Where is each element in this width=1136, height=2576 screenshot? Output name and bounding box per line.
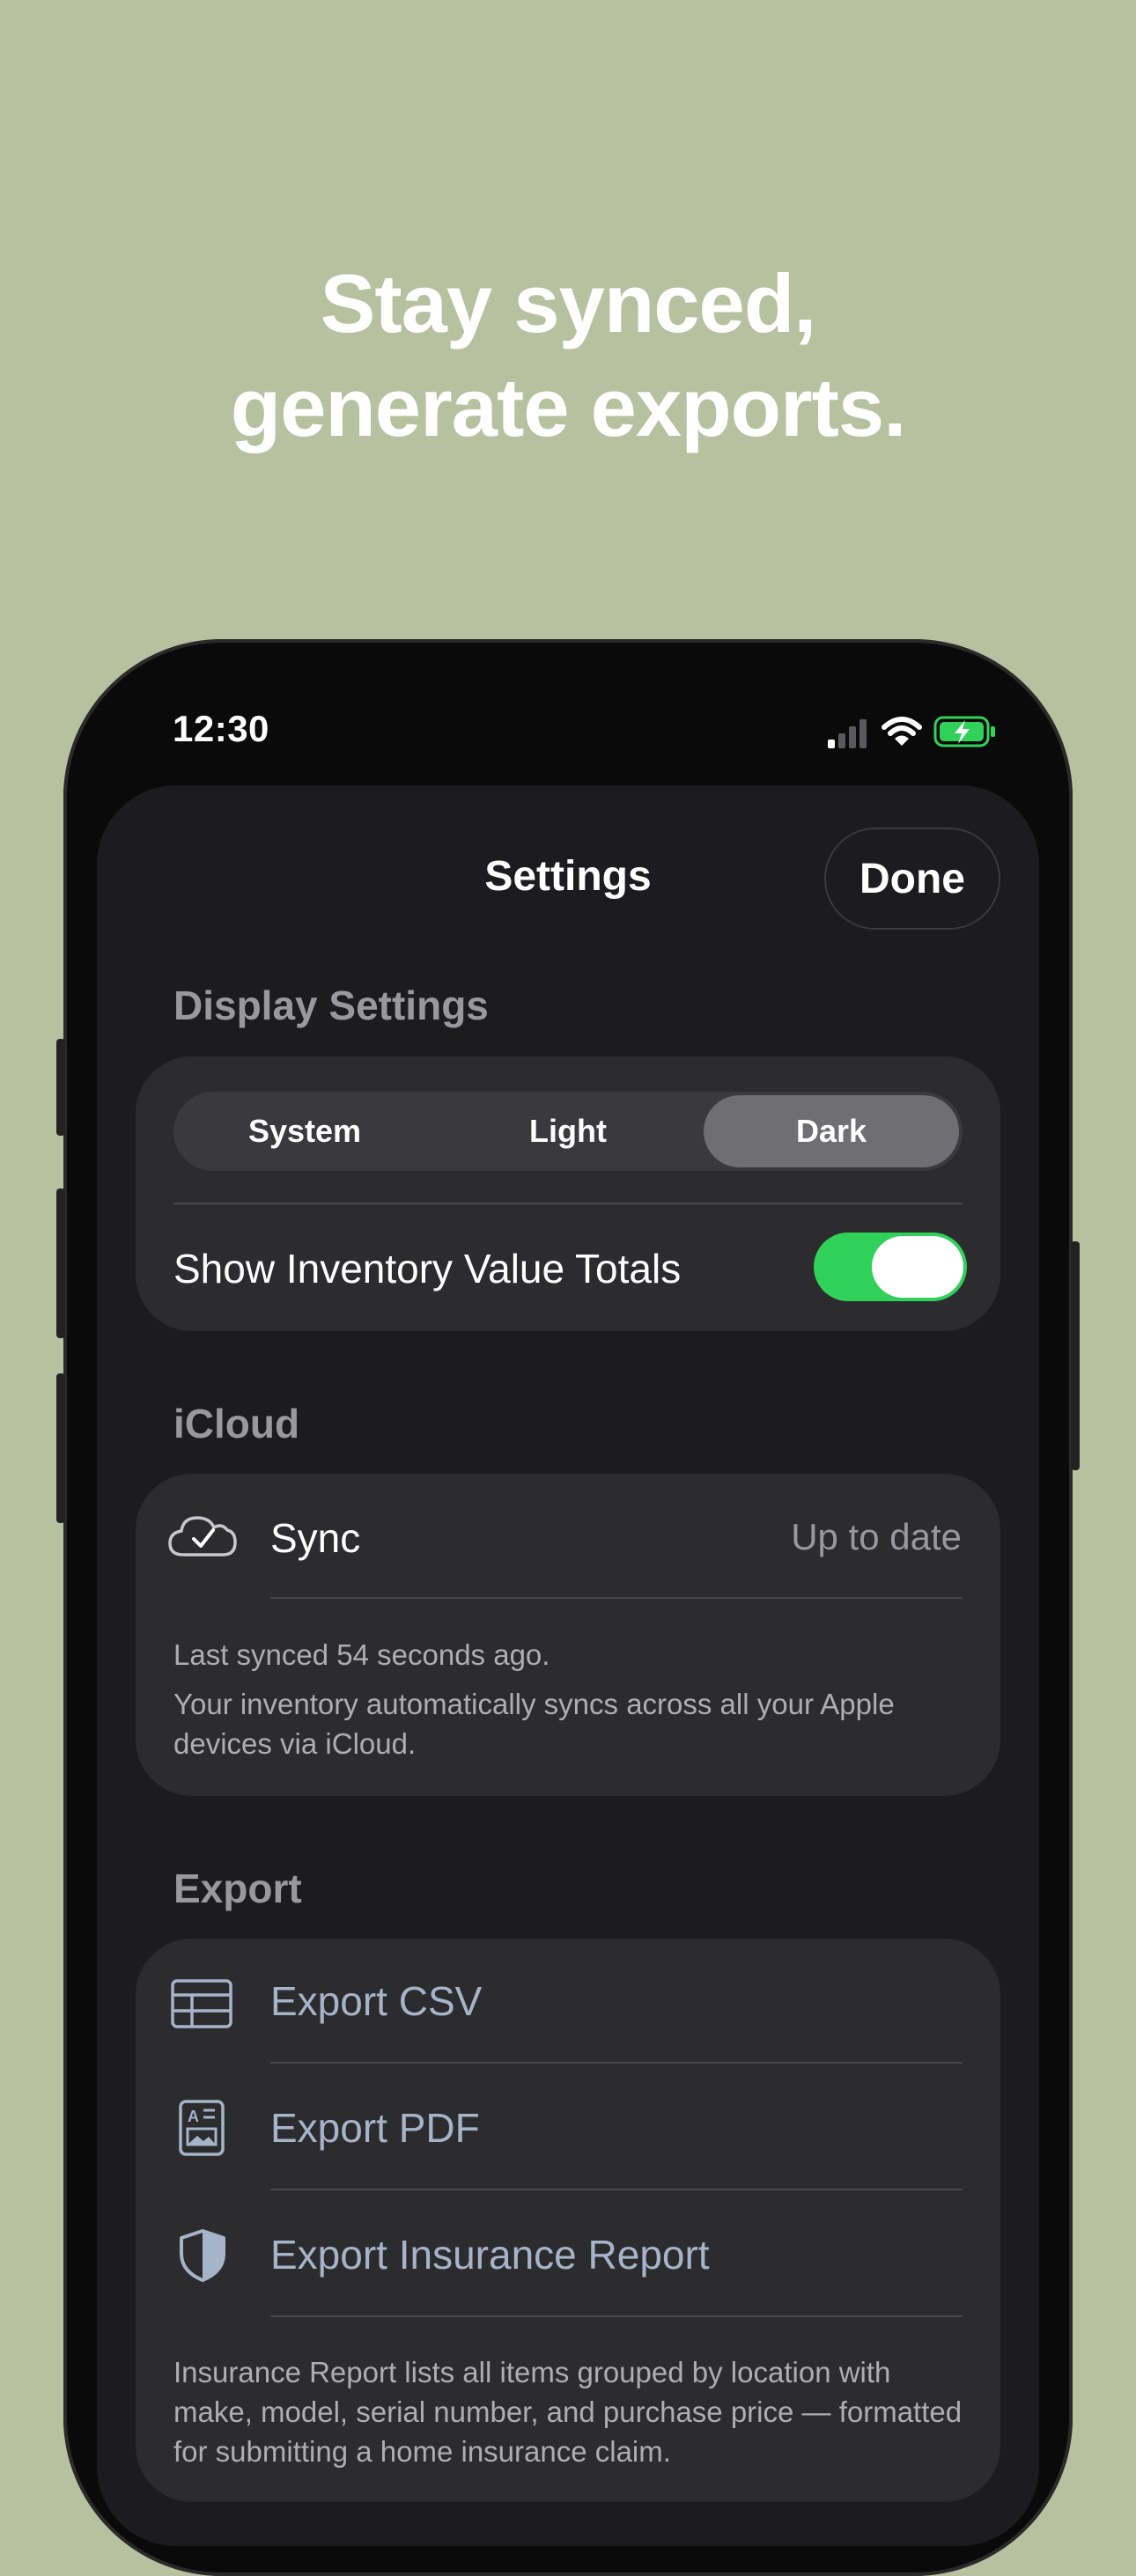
- document-icon: A: [179, 2100, 225, 2156]
- phone-side-button: [56, 1039, 65, 1136]
- export-pdf-button[interactable]: Export PDF: [270, 2104, 480, 2152]
- headline-line-1: Stay synced,: [320, 257, 817, 350]
- divider: [173, 1203, 963, 1204]
- icloud-description: Your inventory automatically syncs acros…: [173, 1688, 895, 1760]
- divider: [270, 1597, 963, 1599]
- signal-icon: [828, 719, 867, 748]
- status-time: 12:30: [173, 708, 269, 749]
- appearance-option-system[interactable]: System: [177, 1095, 432, 1167]
- status-icons: [826, 715, 1002, 750]
- export-csv-button[interactable]: Export CSV: [270, 1977, 482, 2025]
- section-header-icloud: iCloud: [173, 1401, 300, 1446]
- appearance-segmented-control: System Light Dark: [173, 1092, 963, 1171]
- done-button[interactable]: Done: [824, 828, 1000, 930]
- phone-side-button: [56, 1189, 65, 1338]
- appearance-option-light[interactable]: Light: [440, 1095, 696, 1167]
- table-icon: [171, 1979, 232, 2028]
- icloud-check-icon: [168, 1516, 237, 1557]
- toggle-knob: [872, 1236, 963, 1298]
- insurance-report-footnote: Insurance Report lists all items grouped…: [173, 2356, 963, 2468]
- export-insurance-report-button[interactable]: Export Insurance Report: [270, 2231, 710, 2278]
- appearance-option-dark[interactable]: Dark: [704, 1095, 959, 1167]
- section-header-export: Export: [173, 1866, 302, 1911]
- show-inventory-value-totals-label: Show Inventory Value Totals: [173, 1246, 682, 1292]
- last-synced-text: Last synced 54 seconds ago.: [173, 1638, 550, 1671]
- wifi-icon: [882, 717, 922, 746]
- section-header-display-settings: Display Settings: [173, 983, 489, 1028]
- divider: [270, 2315, 963, 2317]
- phone-side-button: [1071, 1241, 1080, 1470]
- show-inventory-value-totals-toggle[interactable]: [814, 1233, 967, 1301]
- marketing-headline: Stay synced, generate exports.: [0, 252, 1136, 460]
- phone-side-button: [56, 1373, 65, 1523]
- sync-status: Up to date: [791, 1516, 962, 1557]
- headline-line-2: generate exports.: [230, 361, 907, 453]
- svg-text:A: A: [188, 2108, 199, 2125]
- shield-icon: [180, 2229, 225, 2282]
- battery-charging-icon: [933, 716, 995, 747]
- sync-label: Sync: [270, 1515, 361, 1561]
- divider: [270, 2062, 963, 2064]
- divider: [270, 2189, 963, 2190]
